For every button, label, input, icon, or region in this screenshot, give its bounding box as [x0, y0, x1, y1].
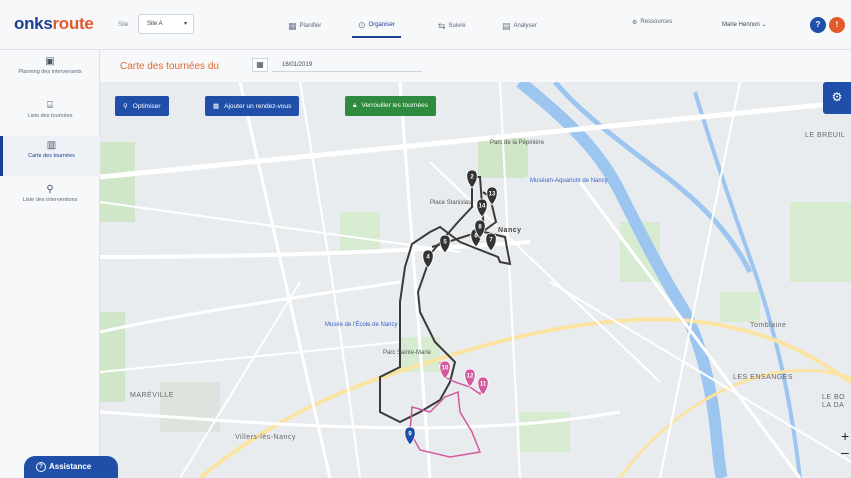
button-label: Verrouiller les tournées — [361, 102, 428, 109]
map-icon: ▥ — [46, 140, 57, 151]
site-label: Site — [118, 22, 129, 28]
map-label-mareville: MARÉVILLE — [130, 392, 174, 399]
map-label-ecole: Musée de l'École de Nancy — [325, 322, 398, 328]
date-input[interactable]: 16/01/2019 — [272, 58, 422, 72]
wrench-icon: ⚲ — [46, 184, 54, 195]
map-label-museum: Muséum-Aquarium de Nancy — [530, 178, 608, 184]
map-label-ensanges: LES ENSANGES — [733, 374, 794, 381]
map-label-place: Place Stanislas — [430, 200, 472, 206]
assistance-label: Assistance — [49, 462, 92, 472]
map-label-park: Parc de la Pépinière — [490, 140, 545, 146]
nav-analyser[interactable]: ▤ Analyser — [496, 14, 543, 38]
sidebar-item-label: Liste des tournées — [27, 113, 73, 119]
caret-down-icon: ▾ — [183, 21, 187, 27]
calendar-icon: ▦ — [288, 20, 297, 31]
signpost-icon: ⇆ — [438, 20, 446, 31]
nav-label: Planifier — [299, 23, 322, 29]
app-logo[interactable]: onksroute — [14, 14, 94, 34]
ressources-link[interactable]: ⚙ Ressources — [632, 19, 672, 26]
add-appointment-button[interactable]: ▦ Ajouter un rendez-vous — [205, 96, 300, 116]
button-label: Optimiser — [132, 103, 161, 110]
nav-suivre[interactable]: ⇆ Suivre — [432, 14, 472, 38]
site-select[interactable]: Site A ▾ — [138, 14, 194, 34]
lock-icon: 🔒︎ — [353, 102, 357, 109]
zoom-in-button[interactable]: + — [841, 428, 851, 444]
optimiser-button[interactable]: ⚲ Optimiser — [115, 96, 169, 116]
page-title: Carte des tournées du — [120, 61, 219, 72]
nav-planifier[interactable]: ▦ Planifier — [282, 14, 327, 38]
ressources-icon: ⚙ — [632, 20, 638, 26]
sidebar: ▣ Planning des intervenants ⌸ Liste des … — [0, 50, 100, 478]
user-name: Marie Hennon — [722, 22, 760, 28]
calendar-button[interactable]: ▦ — [252, 58, 268, 72]
chart-icon: ▤ — [502, 20, 511, 31]
magic-wand-icon: ⚲ — [123, 103, 128, 110]
sidebar-item-label: Planning des intervenants — [18, 69, 82, 75]
calendar-icon: ▣ — [45, 56, 55, 67]
route-map[interactable]: Parc de la Pépinière Muséum-Aquarium de … — [100, 82, 851, 478]
truck-icon: ⌸ — [47, 100, 53, 111]
sidebar-item-label: Carte des tournées — [28, 153, 75, 159]
map-canvas — [100, 82, 851, 478]
calendar-plus-icon: ▦ — [213, 103, 220, 110]
map-label-parc-ste-marie: Parc Sainte-Marie — [383, 350, 432, 356]
assistance-button[interactable]: ? Assistance — [24, 456, 118, 478]
nav-label: Suivre — [448, 23, 466, 29]
zoom-out-button[interactable]: – — [841, 444, 851, 460]
calendar-icon: ▦ — [256, 60, 264, 69]
sidebar-item-label: Liste des interventions — [22, 197, 78, 203]
map-label-tomblaine: Tomblaine — [750, 322, 787, 329]
nav-label: Organiser — [368, 22, 395, 28]
question-icon: ? — [36, 462, 46, 472]
gear-icon: ⚙ — [831, 90, 843, 104]
map-label-villers: Villers-lès-Nancy — [235, 434, 296, 441]
sidebar-item-liste-tournees[interactable]: ⌸ Liste des tournées — [0, 96, 100, 136]
user-menu[interactable]: Marie Hennon ⌄ — [722, 21, 766, 28]
chevron-down-icon: ⌄ — [761, 22, 767, 28]
top-bar: onksroute Site Site A ▾ ▦ Planifier ⊙ Orga… — [0, 0, 851, 50]
map-header: Carte des tournées du ▦ 16/01/2019 — [100, 50, 851, 82]
sidebar-item-interventions[interactable]: ⚲ Liste des interventions — [0, 180, 100, 220]
help-button[interactable]: ? — [810, 17, 826, 33]
map-label-bois: LE BO LA DA — [822, 394, 846, 409]
notification-button[interactable]: ! — [829, 17, 845, 33]
sidebar-item-carte-tournees[interactable]: ▥ Carte des tournées — [0, 136, 100, 176]
zoom-controls: + – — [841, 428, 851, 460]
sidebar-item-planning[interactable]: ▣ Planning des intervenants — [0, 52, 100, 92]
button-label: Ajouter un rendez-vous — [224, 103, 292, 110]
map-label-breuil: LE BREUIL — [805, 132, 846, 139]
nav-organiser[interactable]: ⊙ Organiser — [352, 14, 401, 38]
nav-label: Analyser — [513, 23, 537, 29]
route-icon: ⊙ — [358, 19, 366, 30]
lock-routes-button[interactable]: 🔒︎ Verrouiller les tournées — [345, 96, 436, 116]
ressources-label: Ressources — [640, 19, 673, 25]
map-label-city: Nancy — [498, 227, 522, 234]
site-select-value: Site A — [147, 21, 163, 27]
map-settings-button[interactable]: ⚙ — [823, 82, 851, 114]
